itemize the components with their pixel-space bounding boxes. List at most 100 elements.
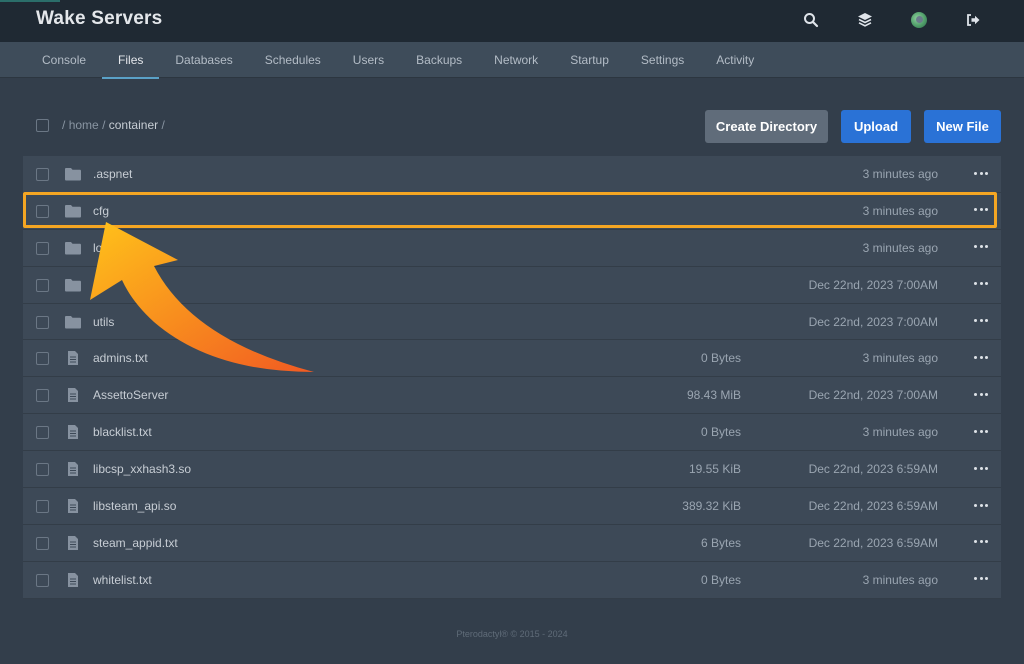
file-size: 389.32 KiB bbox=[682, 499, 741, 514]
avatar-image bbox=[911, 12, 927, 28]
upload-button[interactable]: Upload bbox=[841, 110, 911, 143]
file-icon bbox=[68, 425, 78, 440]
row-checkbox[interactable] bbox=[36, 500, 49, 514]
breadcrumb-separator: / bbox=[102, 118, 106, 132]
file-modified: 3 minutes ago bbox=[862, 425, 938, 440]
tab-backups[interactable]: Backups bbox=[400, 42, 478, 78]
file-icon bbox=[68, 572, 78, 587]
row-checkbox[interactable] bbox=[36, 315, 49, 329]
row-checkbox[interactable] bbox=[36, 204, 49, 218]
file-name[interactable]: utils bbox=[93, 315, 114, 329]
tab-settings[interactable]: Settings bbox=[625, 42, 700, 78]
new-file-button[interactable]: New File bbox=[924, 110, 1001, 143]
more-options-icon[interactable] bbox=[974, 572, 988, 586]
file-name[interactable]: libcsp_xxhash3.so bbox=[93, 462, 191, 476]
tab-startup[interactable]: Startup bbox=[554, 42, 625, 78]
avatar[interactable] bbox=[908, 9, 930, 31]
file-row[interactable]: libcsp_xxhash3.so 19.55 KiB Dec 22nd, 20… bbox=[23, 451, 1001, 489]
row-checkbox[interactable] bbox=[36, 168, 49, 181]
file-name[interactable]: AssettoServer bbox=[93, 388, 168, 402]
row-checkbox[interactable] bbox=[36, 278, 49, 292]
file-modified: 3 minutes ago bbox=[862, 572, 938, 587]
file-modified: Dec 22nd, 2023 6:59AM bbox=[808, 535, 938, 550]
tab-network[interactable]: Network bbox=[478, 42, 554, 78]
file-size: 0 Bytes bbox=[700, 351, 741, 366]
file-name[interactable]: whitelist.txt bbox=[93, 573, 152, 587]
file-modified: Dec 22nd, 2023 7:00AM bbox=[808, 388, 938, 403]
file-size: 0 Bytes bbox=[700, 425, 741, 440]
logout-icon[interactable] bbox=[962, 9, 984, 31]
more-options-icon[interactable] bbox=[974, 461, 988, 475]
file-modified: 3 minutes ago bbox=[862, 351, 938, 366]
file-modified: 3 minutes ago bbox=[862, 167, 938, 181]
top-icons bbox=[800, 9, 984, 31]
tab-users[interactable]: Users bbox=[337, 42, 400, 78]
file-row[interactable]: whitelist.txt 0 Bytes 3 minutes ago bbox=[23, 561, 1001, 599]
breadcrumb-separator: / bbox=[62, 118, 66, 132]
breadcrumb-home[interactable]: home bbox=[69, 118, 99, 132]
tab-databases[interactable]: Databases bbox=[159, 42, 248, 78]
folder-icon bbox=[65, 315, 81, 329]
file-actions: Create Directory Upload New File bbox=[705, 110, 1001, 143]
file-icon bbox=[68, 462, 78, 477]
row-checkbox[interactable] bbox=[36, 241, 49, 255]
server-nav: Console Files Databases Schedules Users … bbox=[0, 42, 1024, 79]
file-modified: 3 minutes ago bbox=[862, 203, 938, 218]
more-options-icon[interactable] bbox=[974, 166, 988, 180]
more-options-icon[interactable] bbox=[974, 498, 988, 512]
row-checkbox[interactable] bbox=[36, 352, 49, 366]
layers-icon[interactable] bbox=[854, 9, 876, 31]
more-options-icon[interactable] bbox=[974, 277, 988, 291]
file-row[interactable]: .aspnet 3 minutes ago bbox=[23, 156, 1001, 193]
folder-icon bbox=[65, 241, 81, 255]
more-options-icon[interactable] bbox=[974, 387, 988, 401]
file-name[interactable]: blacklist.txt bbox=[93, 425, 152, 439]
breadcrumb-current: container bbox=[108, 118, 159, 132]
tab-files[interactable]: Files bbox=[102, 42, 160, 79]
file-row[interactable]: blacklist.txt 0 Bytes 3 minutes ago bbox=[23, 414, 1001, 452]
row-checkbox[interactable] bbox=[36, 426, 49, 440]
select-all-checkbox[interactable] bbox=[36, 118, 49, 132]
breadcrumb-row: / home / container / bbox=[36, 118, 165, 132]
breadcrumb: / home / container / bbox=[62, 118, 165, 132]
file-row[interactable]: Dec 22nd, 2023 7:00AM bbox=[23, 266, 1001, 304]
tab-schedules[interactable]: Schedules bbox=[249, 42, 337, 78]
more-options-icon[interactable] bbox=[974, 240, 988, 254]
file-size: 6 Bytes bbox=[700, 535, 741, 550]
tab-console[interactable]: Console bbox=[26, 42, 102, 78]
file-name[interactable]: lo bbox=[93, 241, 102, 255]
file-modified: Dec 22nd, 2023 7:00AM bbox=[808, 314, 938, 329]
file-row[interactable]: libsteam_api.so 389.32 KiB Dec 22nd, 202… bbox=[23, 488, 1001, 525]
file-row[interactable]: admins.txt 0 Bytes 3 minutes ago bbox=[23, 340, 1001, 378]
search-icon[interactable] bbox=[800, 9, 822, 31]
file-name[interactable]: libsteam_api.so bbox=[93, 499, 176, 513]
more-options-icon[interactable] bbox=[974, 424, 988, 438]
file-modified: Dec 22nd, 2023 6:59AM bbox=[808, 499, 938, 514]
more-options-icon[interactable] bbox=[974, 314, 988, 328]
row-checkbox[interactable] bbox=[36, 536, 49, 550]
tab-activity[interactable]: Activity bbox=[700, 42, 770, 78]
row-checkbox[interactable] bbox=[36, 463, 49, 477]
file-row[interactable]: AssettoServer 98.43 MiB Dec 22nd, 2023 7… bbox=[23, 377, 1001, 415]
more-options-icon[interactable] bbox=[974, 350, 988, 364]
file-row[interactable]: lo 3 minutes ago bbox=[23, 229, 1001, 267]
file-size: 0 Bytes bbox=[700, 572, 741, 587]
row-checkbox[interactable] bbox=[36, 389, 49, 403]
file-name[interactable]: admins.txt bbox=[93, 351, 148, 365]
file-row[interactable]: steam_appid.txt 6 Bytes Dec 22nd, 2023 6… bbox=[23, 524, 1001, 562]
app-title[interactable]: Wake Servers bbox=[36, 8, 162, 30]
file-name[interactable]: cfg bbox=[93, 204, 109, 218]
file-icon bbox=[68, 499, 78, 514]
footer-copyright: Pterodactyl® © 2015 - 2024 bbox=[456, 629, 568, 639]
top-bar: Wake Servers bbox=[0, 0, 1024, 42]
file-size: 98.43 MiB bbox=[686, 388, 741, 403]
more-options-icon[interactable] bbox=[974, 535, 988, 549]
file-name[interactable]: .aspnet bbox=[93, 167, 132, 181]
file-row[interactable]: cfg 3 minutes ago bbox=[23, 192, 1001, 230]
row-checkbox[interactable] bbox=[36, 573, 49, 587]
create-directory-button[interactable]: Create Directory bbox=[705, 110, 828, 143]
more-options-icon[interactable] bbox=[974, 203, 988, 217]
file-name[interactable]: steam_appid.txt bbox=[93, 536, 178, 550]
folder-icon bbox=[65, 278, 81, 292]
file-row[interactable]: utils Dec 22nd, 2023 7:00AM bbox=[23, 303, 1001, 341]
